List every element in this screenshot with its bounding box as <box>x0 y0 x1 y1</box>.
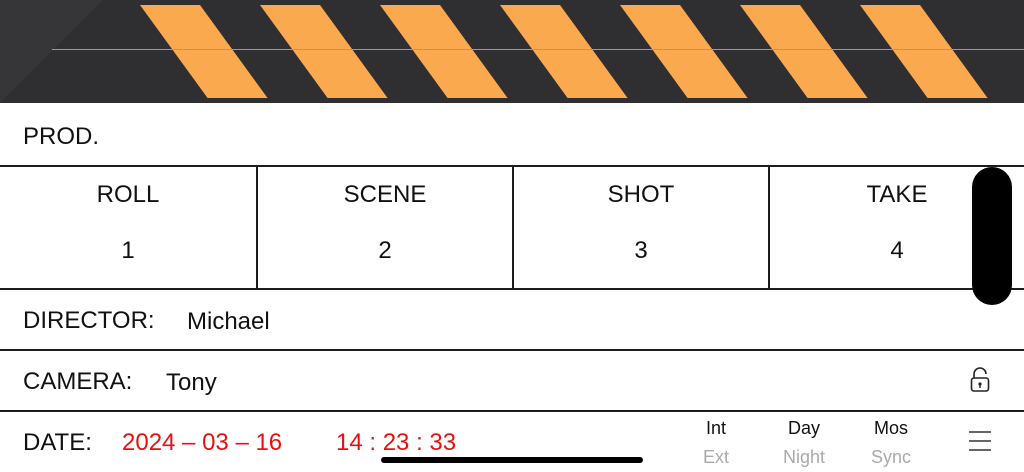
hamburger-menu-icon[interactable] <box>968 430 992 457</box>
camera-row[interactable]: CAMERA: Tony <box>0 351 1024 412</box>
roll-scene-shot-take-grid: ROLL 1 SCENE 2 SHOT 3 TAKE 4 <box>0 167 1024 290</box>
clapper-line <box>52 49 1024 50</box>
clapperboard-stick[interactable] <box>0 0 1024 103</box>
int-ext-toggle[interactable]: Int Ext <box>681 418 751 468</box>
camera-value[interactable]: Tony <box>166 369 217 397</box>
director-row[interactable]: DIRECTOR: Michael <box>0 290 1024 351</box>
clapper-stripe <box>140 5 268 98</box>
scene-value[interactable]: 2 <box>258 237 512 265</box>
scene-label: SCENE <box>343 181 427 208</box>
lock-open-icon[interactable] <box>969 367 991 398</box>
toggle-day[interactable]: Day <box>769 418 839 439</box>
toggle-ext[interactable]: Ext <box>681 447 751 468</box>
toggle-mos[interactable]: Mos <box>856 418 926 439</box>
roll-cell[interactable]: ROLL 1 <box>0 167 256 288</box>
clapper-stripe <box>500 5 628 98</box>
date-row[interactable]: DATE: 2024 – 03 – 16 14 : 23 : 33 Int Ex… <box>0 412 1024 472</box>
scene-cell[interactable]: SCENE 2 <box>256 167 512 288</box>
home-indicator[interactable] <box>381 457 643 463</box>
roll-value[interactable]: 1 <box>0 237 256 265</box>
date-label: DATE: <box>23 429 92 456</box>
clapper-stripe <box>740 5 868 98</box>
date-value[interactable]: 2024 – 03 – 16 <box>122 429 282 457</box>
shot-value[interactable]: 3 <box>514 237 768 265</box>
shot-cell[interactable]: SHOT 3 <box>512 167 768 288</box>
time-value[interactable]: 14 : 23 : 33 <box>336 429 456 457</box>
mos-sync-toggle[interactable]: Mos Sync <box>856 418 926 468</box>
toggle-int[interactable]: Int <box>681 418 751 439</box>
clapper-hinge <box>0 0 103 103</box>
roll-label: ROLL <box>96 181 160 208</box>
director-value[interactable]: Michael <box>187 308 270 336</box>
clapper-stripe <box>260 5 388 98</box>
director-label: DIRECTOR: <box>23 307 155 334</box>
prod-label: PROD. <box>23 123 100 150</box>
clapper-stripe <box>860 5 988 98</box>
scrollbar-thumb[interactable] <box>972 167 1012 305</box>
clapper-stripe <box>380 5 508 98</box>
toggle-sync[interactable]: Sync <box>856 447 926 468</box>
day-night-toggle[interactable]: Day Night <box>769 418 839 468</box>
prod-row[interactable]: PROD. <box>0 103 1024 167</box>
clapper-stripe <box>620 5 748 98</box>
camera-label: CAMERA: <box>23 368 133 395</box>
toggle-night[interactable]: Night <box>769 447 839 468</box>
shot-label: SHOT <box>607 181 675 208</box>
